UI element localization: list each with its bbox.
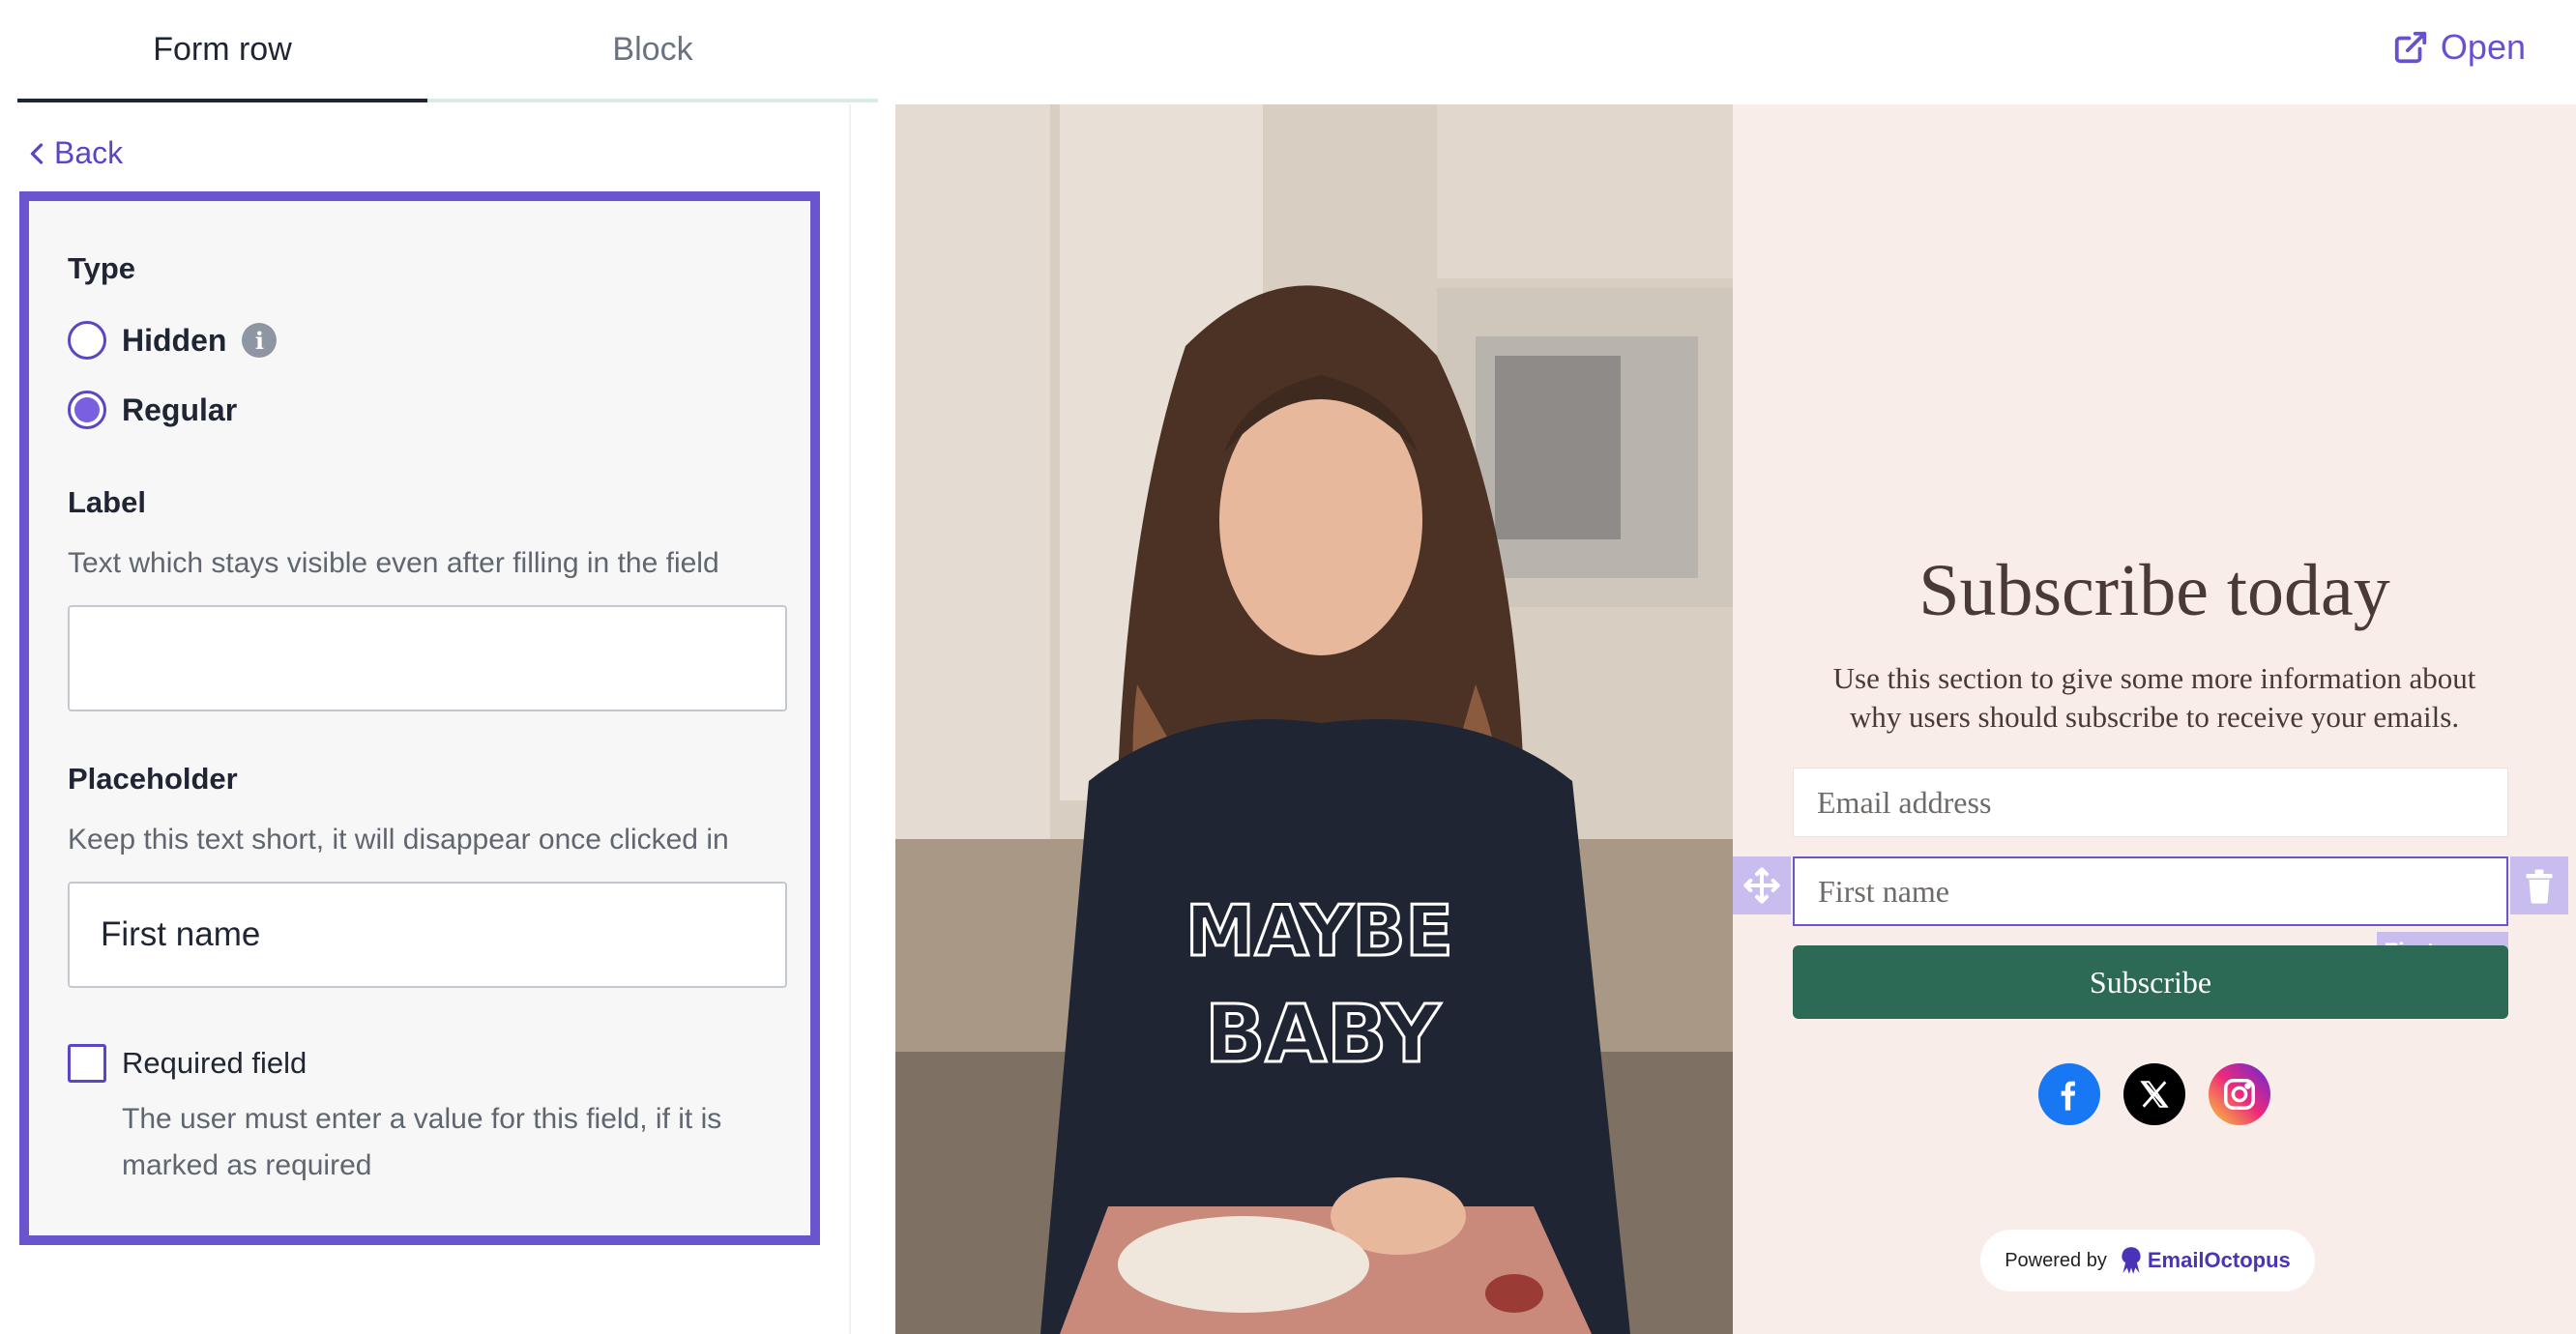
subscribe-button[interactable]: Subscribe	[1793, 945, 2508, 1019]
subscribe-form: Subscribe today Use this section to give…	[1733, 104, 2576, 1334]
form-description: Use this section to give some more infor…	[1832, 661, 2476, 734]
radio-regular-label: Regular	[122, 392, 238, 427]
radio-regular-circle[interactable]	[68, 391, 106, 429]
facebook-icon[interactable]	[2038, 1063, 2100, 1125]
svg-text:BABY: BABY	[1205, 989, 1442, 1081]
form-row-settings-panel: Type Hidden i Regular Label Text which s…	[19, 191, 820, 1245]
type-heading: Type	[68, 251, 136, 285]
instagram-glyph	[2224, 1079, 2255, 1110]
form-title: Subscribe today	[1918, 550, 2390, 631]
label-input[interactable]	[68, 605, 787, 711]
label-heading: Label	[68, 485, 146, 519]
placeholder-input[interactable]: First name	[68, 882, 787, 988]
tab-form-row[interactable]: Form row	[17, 0, 427, 102]
required-help-text: The user must enter a value for this fie…	[122, 1103, 722, 1181]
hero-photo: MAYBE BABY	[895, 104, 1733, 1334]
x-icon[interactable]	[2123, 1063, 2185, 1125]
trash-icon	[2526, 869, 2553, 904]
octopus-icon	[2122, 1247, 2141, 1274]
required-checkbox-box[interactable]	[68, 1044, 106, 1083]
placeholder-help-text: Keep this text short, it will disappear …	[68, 824, 729, 856]
radio-hidden-circle[interactable]	[68, 321, 106, 360]
instagram-icon[interactable]	[2209, 1063, 2270, 1125]
powered-by-text: Powered by	[2005, 1249, 2107, 1271]
radio-regular[interactable]: Regular	[68, 391, 237, 429]
chevron-left-icon	[30, 142, 44, 164]
external-link-icon	[2394, 31, 2427, 64]
panel-divider	[849, 104, 851, 1334]
required-field-label: Required field	[122, 1046, 307, 1080]
radio-hidden[interactable]: Hidden i	[68, 321, 278, 360]
delete-button[interactable]	[2510, 856, 2568, 914]
emailoctopus-logo: EmailOctopus	[2119, 1246, 2291, 1275]
required-field-checkbox[interactable]: Required field	[68, 1044, 307, 1083]
open-link[interactable]: Open	[2392, 27, 2526, 68]
powered-by-badge[interactable]: Powered by EmailOctopus	[1980, 1230, 2315, 1291]
radio-selected-dot	[74, 397, 100, 422]
placeholder-heading: Placeholder	[68, 762, 238, 796]
label-help-text: Text which stays visible even after fill…	[68, 547, 719, 579]
tab-block[interactable]: Block	[427, 0, 878, 102]
back-label: Back	[54, 135, 124, 170]
form-preview: MAYBE BABY Subscribe today Use this sect…	[895, 104, 2576, 1334]
brand-name: EmailOctopus	[2147, 1248, 2291, 1272]
hero-photo-illustration: MAYBE BABY	[895, 104, 1733, 1334]
tab-bar: Form row Block	[17, 0, 878, 106]
svg-text:MAYBE: MAYBE	[1186, 890, 1453, 972]
move-icon	[1743, 867, 1780, 904]
first-name-field[interactable]: First name	[1793, 856, 2508, 926]
open-label: Open	[2440, 27, 2526, 67]
radio-hidden-label: Hidden	[122, 322, 227, 358]
back-link[interactable]: Back	[27, 135, 123, 171]
move-handle[interactable]	[1733, 856, 1791, 914]
x-glyph	[2140, 1081, 2169, 1108]
info-icon[interactable]: i	[242, 323, 278, 358]
facebook-glyph	[2061, 1081, 2076, 1111]
email-field[interactable]: Email address	[1793, 768, 2508, 837]
social-links	[1733, 1063, 2576, 1125]
